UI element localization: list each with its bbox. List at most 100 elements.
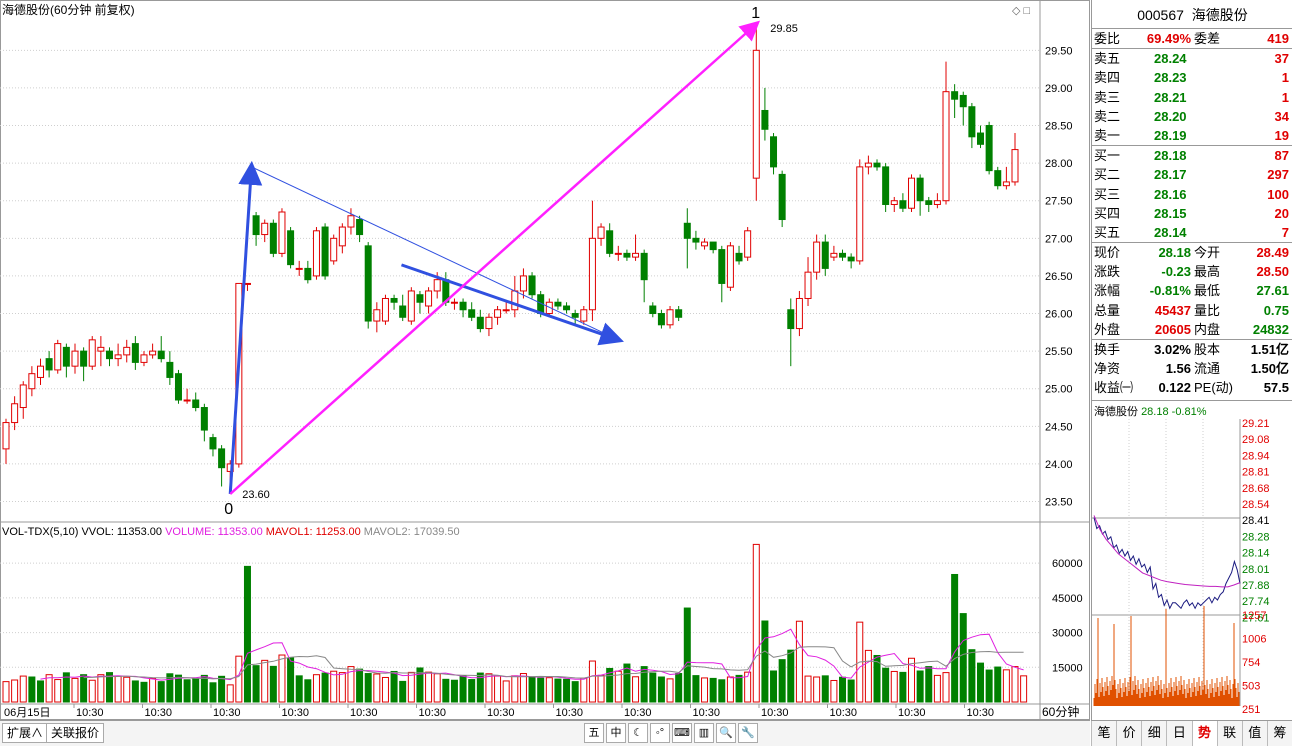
candle [476, 309, 484, 333]
tool-button-0[interactable]: 五 [584, 723, 604, 743]
tool-button-7[interactable]: 🔧 [738, 723, 758, 743]
candle-body [683, 222, 691, 239]
stat-row[interactable]: 外盘 20605 内盘 24832 [1092, 320, 1292, 339]
candle [554, 298, 562, 310]
stat-row[interactable]: 涨幅 -0.81% 最低 27.61 [1092, 281, 1292, 300]
candle-body [80, 350, 88, 367]
candle-body [157, 350, 165, 360]
bid-row[interactable]: 买三 28.16 100 [1092, 185, 1292, 204]
intraday-mini-chart[interactable]: 29.21 29.08 28.94 28.81 28.68 28.54 28.41 28.28… [1091, 400, 1292, 721]
ask-row[interactable]: 卖五 28.24 37 [1092, 49, 1292, 68]
candle-body [1002, 181, 1010, 187]
volume-bar [666, 678, 674, 703]
stat2-value: 0.122 [1158, 380, 1191, 396]
candle [830, 245, 838, 261]
candles-group [2, 24, 1019, 494]
candle [312, 227, 320, 280]
ask-row[interactable]: 卖二 28.20 34 [1092, 107, 1292, 126]
tool-button-4[interactable]: ⌨ [672, 723, 692, 743]
candle-body [890, 200, 898, 205]
candle-body [623, 252, 631, 258]
candle-body [114, 354, 122, 360]
bid-row[interactable]: 买五 28.14 7 [1092, 223, 1292, 242]
vvol-value: VVOL: 11353.00 [81, 526, 165, 538]
bid-row[interactable]: 买四 28.15 20 [1092, 204, 1292, 223]
mini-price-label: 28.68 [1242, 483, 1270, 495]
right-tab-7[interactable]: 筹 [1266, 721, 1292, 746]
candle-body [287, 230, 295, 266]
candle-body [105, 350, 113, 360]
expand-tab[interactable]: 扩展∧ [2, 723, 49, 743]
ask-label: 卖五 [1094, 51, 1121, 67]
tool-button-2[interactable]: ☾ [628, 723, 648, 743]
volume-bar [226, 684, 234, 703]
candle-body [278, 211, 286, 254]
bid-row[interactable]: 买一 28.18 87 [1092, 146, 1292, 165]
candle-body [183, 399, 191, 402]
related-quotes-tab[interactable]: 关联报价 [46, 723, 105, 743]
time-axis-label: 10:30 [830, 707, 858, 719]
mini-volume-label: 754 [1242, 657, 1260, 669]
right-tab-0[interactable]: 笔 [1091, 721, 1116, 746]
stat-value: 45437 [1154, 302, 1191, 318]
bid-volume: 100 [1267, 186, 1289, 202]
mavol2-value: MAVOL2: 17039.50 [364, 526, 460, 538]
stat2-row[interactable]: 换手 3.02% 股本 1.51亿 [1092, 340, 1292, 359]
candle [2, 418, 10, 464]
candle [752, 24, 760, 201]
stat2-label2: PE(动) [1194, 380, 1234, 396]
candle [899, 193, 907, 212]
stat-row[interactable]: 现价 28.18 今开 28.49 [1092, 243, 1292, 262]
right-tab-3[interactable]: 日 [1166, 721, 1191, 746]
weibi-label: 委比 [1094, 31, 1121, 46]
stat-row[interactable]: 总量 45437 量比 0.75 [1092, 301, 1292, 320]
volume-bar [821, 675, 829, 703]
volume-bar [468, 679, 476, 703]
candle-body [88, 339, 96, 367]
kline-chart[interactable]: 海德股份(60分钟 前复权) ◇ □ 29.50 29.00 28.50 28.00 27.… [0, 0, 1090, 720]
tool-button-5[interactable]: ▥ [694, 723, 714, 743]
ask-price: 28.20 [1154, 108, 1187, 124]
candle-body [11, 403, 19, 424]
volume-axis-label: 30000 [1052, 628, 1083, 640]
ask-row[interactable]: 卖一 28.19 19 [1092, 126, 1292, 145]
candle-body [554, 301, 562, 307]
candle-body [925, 200, 933, 205]
candle-body [140, 354, 148, 363]
candle-body [131, 343, 139, 363]
stat2-value2: 1.50亿 [1250, 361, 1289, 377]
candle [666, 306, 674, 329]
right-tab-4[interactable]: 势 [1191, 721, 1217, 746]
period-label[interactable]: 60分钟 [1042, 703, 1079, 720]
candle [787, 298, 795, 367]
candle [528, 272, 536, 299]
mini-price-label: 28.14 [1242, 548, 1270, 560]
tool-button-6[interactable]: 🔍 [716, 723, 736, 743]
bid-volume: 87 [1274, 148, 1289, 164]
bid-price: 28.15 [1154, 205, 1187, 221]
ask-row[interactable]: 卖四 28.23 1 [1092, 68, 1292, 87]
stat-value: 20605 [1154, 321, 1191, 337]
ask-volume: 34 [1274, 108, 1289, 124]
candle [123, 339, 131, 363]
ask-row[interactable]: 卖三 28.21 1 [1092, 88, 1292, 107]
candle-body [71, 350, 79, 367]
bid-label: 买四 [1094, 205, 1121, 221]
stat2-row[interactable]: 净资 1.56 流通 1.50亿 [1092, 359, 1292, 378]
right-tab-1[interactable]: 价 [1116, 721, 1141, 746]
stat2-row[interactable]: 收益㈠ 0.122 PE(动) 57.5 [1092, 378, 1292, 397]
bid-row[interactable]: 买二 28.17 297 [1092, 165, 1292, 184]
volume-bar [1011, 666, 1019, 703]
stat-label: 现价 [1094, 245, 1121, 261]
tool-button-3[interactable]: ◦° [650, 723, 670, 743]
volume-bar [80, 674, 88, 703]
tool-button-1[interactable]: 中 [606, 723, 626, 743]
right-tab-6[interactable]: 值 [1241, 721, 1267, 746]
right-tab-5[interactable]: 联 [1216, 721, 1242, 746]
volume-bar [795, 620, 803, 703]
kline-chart-area[interactable]: 海德股份(60分钟 前复权) ◇ □ 29.50 29.00 28.50 28.00 27.… [0, 0, 1090, 720]
right-tab-2[interactable]: 细 [1141, 721, 1166, 746]
stat-row[interactable]: 涨跌 -0.23 最高 28.50 [1092, 262, 1292, 281]
candle-body [588, 237, 596, 311]
candle [97, 336, 105, 367]
